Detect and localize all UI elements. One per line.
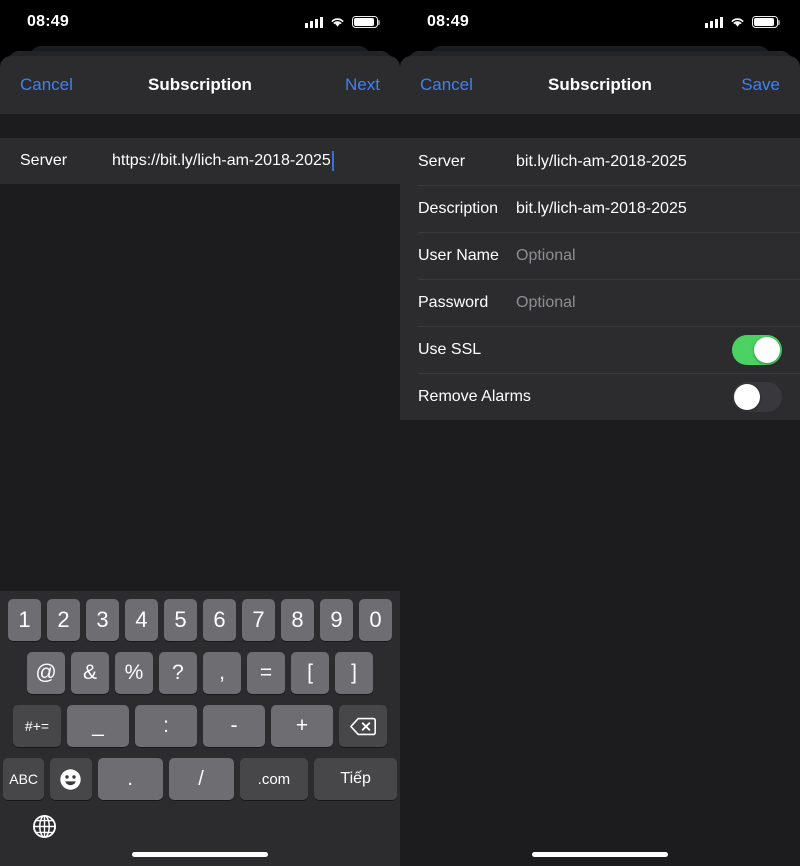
form-row-password[interactable]: Password Optional [400,279,800,326]
list-top-gap-left [0,114,400,138]
key-2[interactable]: 2 [47,599,80,641]
form-row-description[interactable]: Description bit.ly/lich-am-2018-2025 [400,185,800,232]
use-ssl-toggle[interactable] [732,335,782,365]
text-caret [332,151,334,171]
key-return[interactable]: Tiếp [314,758,397,800]
empty-content-area-right [400,420,800,866]
right-phone-screen: 08:49 Cancel Subscription Save [400,0,800,866]
wifi-icon [729,16,746,28]
subscription-form-left: Server https://bit.ly/lich-am-2018-2025 [0,138,400,184]
key-8[interactable]: 8 [281,599,314,641]
signal-bars-icon [705,16,723,28]
key-plus[interactable]: + [271,705,333,747]
key-period[interactable]: . [98,758,163,800]
key-7[interactable]: 7 [242,599,275,641]
list-top-gap-right [400,114,800,138]
form-row-server[interactable]: Server bit.ly/lich-am-2018-2025 [400,138,800,185]
key-colon[interactable]: : [135,705,197,747]
dual-screenshot-container: 08:49 Cancel Subscription Next [0,0,800,866]
username-label: User Name [418,247,516,265]
key-equals[interactable]: = [247,652,285,694]
key-at[interactable]: @ [27,652,65,694]
toggle-knob [734,384,760,410]
description-label: Description [418,200,516,218]
save-button[interactable]: Save [741,75,780,95]
backspace-icon[interactable] [339,705,387,747]
modal-sheet-stack-right [400,44,800,56]
form-row-remove-alarms[interactable]: Remove Alarms [400,373,800,420]
onscreen-keyboard: 1 2 3 4 5 6 7 8 9 0 @ & % ? , = [0,591,400,866]
globe-icon[interactable] [29,811,59,841]
modal-sheet-stack-left [0,44,400,56]
battery-icon [352,16,378,29]
key-slash[interactable]: / [169,758,234,800]
status-bar-icons [305,16,378,29]
status-bar-icons [705,16,778,29]
cancel-button[interactable]: Cancel [420,75,473,95]
keyboard-row-bottom: ABC . / .com Tiếp [3,758,397,800]
key-bracket-left[interactable]: [ [291,652,329,694]
key-comma[interactable]: , [203,652,241,694]
server-label: Server [418,153,516,171]
remove-alarms-label: Remove Alarms [418,388,516,406]
server-input[interactable]: bit.ly/lich-am-2018-2025 [516,153,687,171]
key-underscore[interactable]: _ [67,705,129,747]
key-dotcom[interactable]: .com [240,758,309,800]
key-6[interactable]: 6 [203,599,236,641]
form-row-server[interactable]: Server https://bit.ly/lich-am-2018-2025 [0,138,400,184]
password-label: Password [418,294,516,312]
cancel-button[interactable]: Cancel [20,75,73,95]
key-question[interactable]: ? [159,652,197,694]
key-4[interactable]: 4 [125,599,158,641]
key-abc-layout[interactable]: ABC [3,758,44,800]
battery-icon [752,16,778,29]
nav-bar-right: Cancel Subscription Save [400,56,800,114]
key-symbol-shift[interactable]: #+= [13,705,61,747]
server-label: Server [20,152,112,170]
keyboard-row-operators: #+= _ : - + [3,705,397,747]
form-row-use-ssl[interactable]: Use SSL [400,326,800,373]
key-hyphen[interactable]: - [203,705,265,747]
next-button[interactable]: Next [345,75,380,95]
server-input[interactable]: https://bit.ly/lich-am-2018-2025 [112,152,331,170]
status-bar-time: 08:49 [427,13,469,31]
status-bar-left: 08:49 [0,0,400,44]
left-phone-body: Cancel Subscription Next Server https://… [0,44,400,866]
key-0[interactable]: 0 [359,599,392,641]
toggle-knob [754,337,780,363]
remove-alarms-toggle[interactable] [732,382,782,412]
use-ssl-label: Use SSL [418,341,516,359]
wifi-icon [329,16,346,28]
keyboard-row-numbers: 1 2 3 4 5 6 7 8 9 0 [3,599,397,641]
signal-bars-icon [305,16,323,28]
subscription-form-right: Server bit.ly/lich-am-2018-2025 Descript… [400,138,800,420]
key-1[interactable]: 1 [8,599,41,641]
key-bracket-right[interactable]: ] [335,652,373,694]
keyboard-bottom-bar [3,811,397,866]
key-ampersand[interactable]: & [71,652,109,694]
keyboard-row-symbols: @ & % ? , = [ ] [3,652,397,694]
key-9[interactable]: 9 [320,599,353,641]
left-phone-screen: 08:49 Cancel Subscription Next [0,0,400,866]
status-bar-time: 08:49 [27,13,69,31]
form-row-username[interactable]: User Name Optional [400,232,800,279]
empty-content-area-left [0,184,400,591]
key-5[interactable]: 5 [164,599,197,641]
username-input[interactable]: Optional [516,247,576,265]
status-bar-right: 08:49 [400,0,800,44]
password-input[interactable]: Optional [516,294,576,312]
key-3[interactable]: 3 [86,599,119,641]
nav-bar-left: Cancel Subscription Next [0,56,400,114]
emoji-smiley-icon[interactable] [50,758,91,800]
right-phone-body: Cancel Subscription Save Server bit.ly/l… [400,44,800,866]
description-input[interactable]: bit.ly/lich-am-2018-2025 [516,200,687,218]
key-percent[interactable]: % [115,652,153,694]
